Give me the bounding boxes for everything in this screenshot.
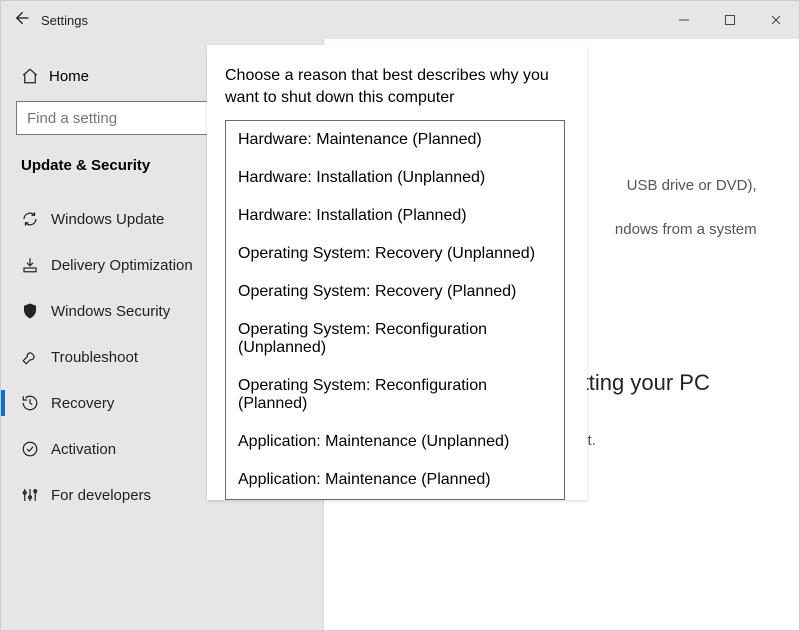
shutdown-reason-option[interactable]: Hardware: Installation (Unplanned) [226,159,564,197]
maximize-button[interactable] [707,4,753,36]
shutdown-reason-listbox[interactable]: Hardware: Maintenance (Planned) Hardware… [225,120,565,500]
shutdown-reason-option[interactable]: Operating System: Reconfiguration (Unpla… [226,311,564,367]
shutdown-reason-option[interactable]: Application: Maintenance (Unplanned) [226,423,564,461]
sidebar-item-label: Recovery [51,395,114,412]
shutdown-reason-option[interactable]: Hardware: Installation (Planned) [226,197,564,235]
sidebar-item-label: For developers [51,487,151,504]
sidebar-item-label: Troubleshoot [51,349,138,366]
settings-window: Settings Home Update & Secur [0,0,800,631]
shutdown-reason-option[interactable]: Operating System: Recovery (Unplanned) [226,235,564,273]
refresh-icon [21,210,51,228]
sidebar-item-label: Windows Security [51,303,170,320]
minimize-button[interactable] [661,4,707,36]
wrench-icon [21,348,51,366]
shutdown-reason-option[interactable]: Operating System: Reconfiguration (Plann… [226,367,564,423]
shutdown-reason-option[interactable]: Operating System: Recovery (Planned) [226,273,564,311]
sliders-icon [21,486,51,504]
home-icon [21,67,49,85]
shutdown-reason-prompt: Choose a reason that best describes why … [207,59,587,120]
shutdown-reason-option[interactable]: Application: Maintenance (Planned) [226,461,564,499]
titlebar: Settings [1,1,799,39]
window-title: Settings [41,13,88,28]
shutdown-reason-dialog: Choose a reason that best describes why … [207,45,587,500]
home-label: Home [49,68,89,85]
close-button[interactable] [753,4,799,36]
shutdown-reason-option[interactable]: Hardware: Maintenance (Planned) [226,121,564,159]
back-button[interactable] [1,8,41,33]
clock-back-icon [21,394,51,412]
sidebar-item-label: Delivery Optimization [51,257,193,274]
sidebar-item-label: Windows Update [51,211,164,228]
shield-icon [21,302,51,320]
check-circle-icon [21,440,51,458]
download-icon [21,256,51,274]
sidebar-item-label: Activation [51,441,116,458]
window-controls [661,4,799,36]
